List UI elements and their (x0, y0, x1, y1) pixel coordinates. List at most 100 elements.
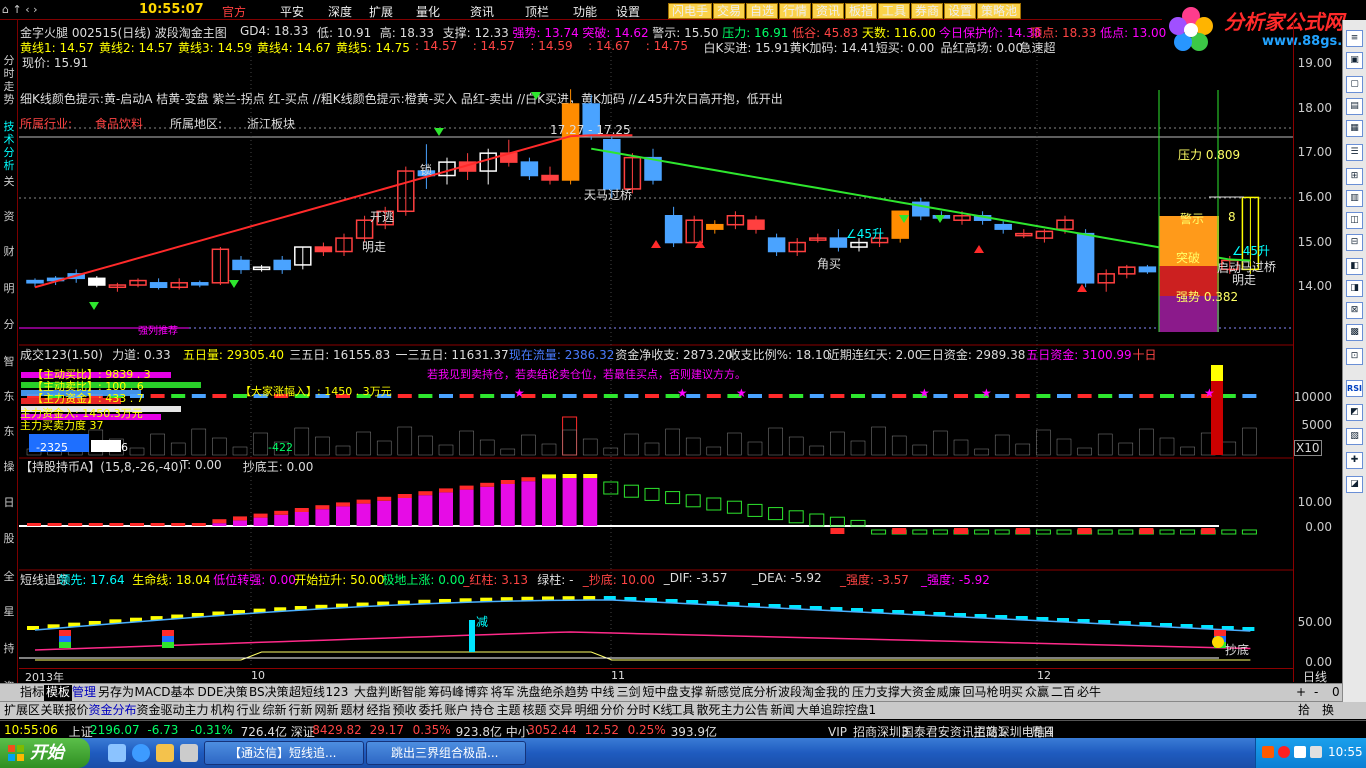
tab-tabs2-14[interactable]: 账户 (443, 703, 471, 719)
tab-tabs2-1[interactable]: 关联报价 (39, 703, 91, 719)
tab-tabs2-25[interactable]: 公告 (743, 703, 771, 719)
tab-tabs2-27[interactable]: 大单追踪 (795, 703, 847, 719)
tab-tabs1-17[interactable]: 三剑 (615, 685, 643, 701)
tray-volume-icon[interactable] (1310, 746, 1322, 758)
left-tab[interactable]: 技术分析 (2, 120, 16, 172)
tab-tabs2-9[interactable]: 网新 (313, 703, 341, 719)
folder-icon[interactable] (156, 744, 174, 762)
tab-tabs2-3[interactable]: 资金驱动 (135, 703, 187, 719)
pill-index[interactable]: 板指 (845, 3, 878, 19)
tray-shield-icon[interactable] (1278, 746, 1290, 758)
menu-depth[interactable]: 深度 (328, 3, 352, 20)
left-tab[interactable]: 财 (2, 245, 16, 258)
pill-tools[interactable]: 工具 (878, 3, 911, 19)
left-tab[interactable]: 东 (2, 390, 16, 403)
left-tab[interactable]: 智 (2, 355, 16, 368)
toolbar-icon[interactable]: ⊠ (1346, 302, 1363, 319)
pill-market[interactable]: 行情 (779, 3, 812, 19)
tab-tabs1-18[interactable]: 短中盘 (641, 685, 681, 701)
ie-icon[interactable] (132, 744, 150, 762)
left-tab[interactable]: 资 (2, 210, 16, 223)
show-desktop-icon[interactable] (108, 744, 126, 762)
toolbar-icon[interactable]: RSI (1346, 380, 1363, 397)
start-button[interactable]: 开始 (0, 738, 90, 768)
toolbar-icon[interactable]: ◧ (1346, 258, 1363, 275)
toolbar-icon[interactable]: ▦ (1346, 120, 1363, 137)
toolbar-icon[interactable]: ▧ (1346, 428, 1363, 445)
tab-tabs2-24[interactable]: 散死主力 (695, 703, 747, 719)
task-tdx[interactable]: 【通达信】短线追... (204, 741, 364, 765)
toolbar-icon[interactable]: ◪ (1346, 476, 1363, 493)
tab-tabs1-21[interactable]: 底分析 (740, 685, 780, 701)
pill-strategy-pool[interactable]: 策略池 (977, 3, 1022, 19)
pill-news[interactable]: 资讯 (812, 3, 845, 19)
tab-tabs1-28[interactable]: 明买 (997, 685, 1025, 701)
toolbar-icon[interactable]: ▩ (1346, 324, 1363, 341)
toolbar-icon[interactable]: ⊡ (1346, 348, 1363, 365)
tab-right-1[interactable]: 换 (1320, 703, 1336, 719)
toolbar-icon[interactable]: ◩ (1346, 404, 1363, 421)
tray-app-icon[interactable] (1262, 746, 1274, 758)
pill-flash-trade[interactable]: 闪电手 (668, 3, 713, 19)
menu-settings[interactable]: 设置 (616, 3, 640, 20)
tab-tabs2-7[interactable]: 综新 (261, 703, 289, 719)
tab-zoom-2[interactable]: 0 (1330, 685, 1342, 701)
tab-tabs1-8[interactable]: 123 (324, 685, 351, 701)
tab-tabs2-28[interactable]: 控盘1 (843, 703, 879, 719)
left-tab[interactable]: 持 (2, 642, 16, 655)
pill-watchlist[interactable]: 自选 (746, 3, 779, 19)
tab-tabs1-2[interactable]: 管理 (70, 685, 98, 701)
pill-trade[interactable]: 交易 (713, 3, 746, 19)
left-tab[interactable]: 关 (2, 175, 16, 188)
toolbar-icon[interactable]: ◫ (1346, 212, 1363, 229)
menu-official[interactable]: 官方 (222, 3, 246, 20)
left-tab[interactable]: 分 (2, 318, 16, 331)
tab-tabs2-12[interactable]: 预收 (391, 703, 419, 719)
app-icon[interactable] (180, 744, 198, 762)
tab-tabs1-19[interactable]: 支撑 (677, 685, 705, 701)
tab-tabs2-21[interactable]: 分时 (625, 703, 653, 719)
tab-tabs1-31[interactable]: 必牛 (1075, 685, 1103, 701)
toolbar-icon[interactable]: ☰ (1346, 144, 1363, 161)
tab-tabs1-15[interactable]: 趋势 (563, 685, 591, 701)
menu-pingan[interactable]: 平安 (280, 3, 304, 20)
tab-tabs1-11[interactable]: 筹码峰 (426, 685, 466, 701)
left-tab[interactable]: 东 (2, 425, 16, 438)
menu-topbar[interactable]: 顶栏 (525, 3, 549, 20)
tab-tabs1-22[interactable]: 波段淘金 (776, 685, 828, 701)
tab-tabs2-16[interactable]: 主题 (495, 703, 523, 719)
tab-tabs2-10[interactable]: 题材 (339, 703, 367, 719)
tab-tabs2-23[interactable]: 工具 (669, 703, 697, 719)
tab-tabs2-13[interactable]: 委托 (417, 703, 445, 719)
tab-tabs1-16[interactable]: 中线 (589, 685, 617, 701)
left-tab[interactable]: 星 (2, 605, 16, 618)
tab-tabs1-14[interactable]: 洗盘绝杀 (515, 685, 567, 701)
tab-tabs2-6[interactable]: 行业 (235, 703, 263, 719)
tab-tabs2-17[interactable]: 核题 (521, 703, 549, 719)
tab-tabs1-6[interactable]: BS决策 (247, 685, 291, 701)
pill-broker[interactable]: 券商 (911, 3, 944, 19)
menu-news[interactable]: 资讯 (470, 3, 494, 20)
task-combo[interactable]: 跳出三界组合极品... (366, 741, 526, 765)
tab-tabs1-5[interactable]: DDE决策 (196, 685, 250, 701)
tab-tabs1-24[interactable]: 压力支撑 (850, 685, 902, 701)
tab-tabs2-26[interactable]: 新闻 (769, 703, 797, 719)
tab-tabs1-23[interactable]: 我的 (824, 685, 852, 701)
tab-tabs2-19[interactable]: 明细 (573, 703, 601, 719)
tab-tabs1-0[interactable]: 指标 (18, 685, 46, 701)
tab-tabs2-8[interactable]: 行新 (287, 703, 315, 719)
toolbar-icon[interactable]: ⊞ (1346, 168, 1363, 185)
left-tab[interactable]: 全 (2, 570, 16, 583)
tab-tabs2-5[interactable]: 机构 (209, 703, 237, 719)
tab-zoom-0[interactable]: + (1294, 685, 1308, 701)
toolbar-icon[interactable]: ≡ (1346, 30, 1363, 47)
tab-tabs1-1[interactable]: 模板 (44, 685, 73, 701)
tab-tabs1-3[interactable]: 另存为 (96, 685, 136, 701)
tab-tabs1-27[interactable]: 回马枪 (961, 685, 1001, 701)
tab-tabs2-18[interactable]: 交异 (547, 703, 575, 719)
menu-extend[interactable]: 扩展 (369, 3, 393, 20)
tab-tabs2-4[interactable]: 主力 (183, 703, 211, 719)
left-tab[interactable]: 分时走势 (2, 54, 16, 106)
left-tab[interactable]: 股 (2, 532, 16, 545)
tab-tabs1-20[interactable]: 新感觉 (703, 685, 743, 701)
